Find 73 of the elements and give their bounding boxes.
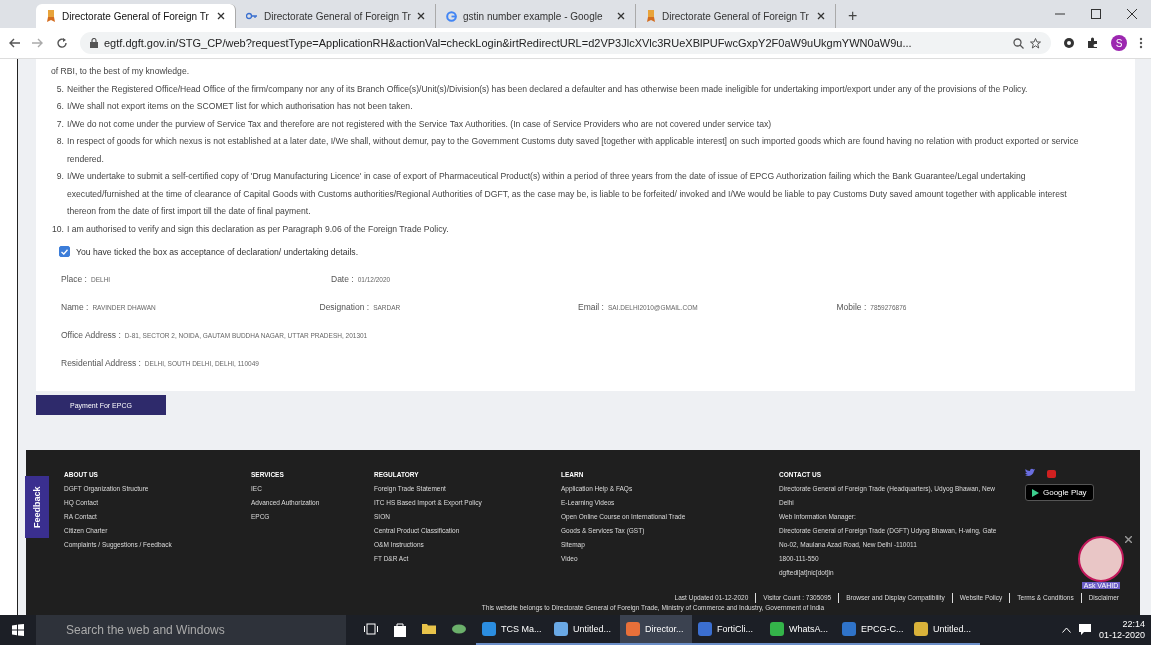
item-number: 7. [55, 117, 64, 131]
new-tab-button[interactable]: + [842, 4, 864, 28]
declaration-text: of RBI, to the best of my knowledge. [51, 65, 191, 78]
maximize-icon[interactable] [1091, 9, 1101, 19]
declaration-text: I/We shall not export items on the SCOMET list for which authorisation has not been taken. [67, 100, 413, 113]
browser-tab[interactable]: gstin number example - Google [436, 4, 636, 28]
browser-tab[interactable]: Directorate General of Foreign Tr [636, 4, 836, 28]
reload-icon[interactable] [56, 37, 68, 49]
chatbot-avatar[interactable] [1078, 536, 1124, 582]
close-icon[interactable] [1125, 536, 1132, 543]
close-icon[interactable] [417, 12, 425, 20]
bird-icon[interactable] [1025, 468, 1035, 477]
back-arrow-icon[interactable] [8, 38, 20, 48]
field-label: Mobile : [836, 302, 867, 312]
declaration-text: I am authorised to verify and sign this declaration as per Paragraph 9.06 of the Foreign Trade Policy. [67, 222, 449, 236]
close-icon[interactable] [1127, 9, 1137, 19]
award-icon [46, 10, 56, 22]
lock-icon [90, 38, 98, 48]
close-icon[interactable] [817, 12, 825, 20]
field-label: Email : [578, 302, 604, 312]
field-label: Date : [331, 274, 354, 284]
google-g-icon [446, 10, 457, 22]
key-icon [246, 12, 258, 20]
taskbar-app[interactable]: EPCG-C... [836, 615, 908, 645]
taskbar-app[interactable]: TCS Ma... [476, 615, 548, 645]
taskbar-app[interactable]: Untitled... [908, 615, 980, 645]
menu-icon[interactable] [1139, 37, 1143, 49]
taskbar-app[interactable]: FortiCli... [692, 615, 764, 645]
checkmark-icon [61, 248, 68, 255]
browser-tab[interactable]: Directorate General of Foreign Tr [36, 4, 236, 28]
taskbar-app[interactable]: WhatsA... [764, 615, 836, 645]
message-icon[interactable] [1078, 624, 1091, 636]
browser-tab[interactable]: Directorate General of Foreign Tr [236, 4, 436, 28]
field-label: Residential Address : [61, 358, 141, 368]
taskbar-app[interactable]: Director... [620, 615, 692, 645]
item-number: 10. [51, 222, 64, 236]
checkbox[interactable] [59, 246, 70, 257]
item-number: 8. [55, 135, 64, 148]
field-label: Office Address : [61, 330, 121, 340]
store-badge[interactable]: Google Play [1025, 484, 1094, 501]
field-label: Name : [61, 302, 89, 312]
leaf-app-icon[interactable] [452, 623, 466, 635]
item-number: 6. [55, 100, 64, 113]
star-icon[interactable] [1030, 37, 1041, 49]
declaration-text: I/We undertake to submit a self-certified copy of 'Drug Manufacturing Licence' in case of export of Pharmaceutical Product(s) within a period of three years from the date of issue of EPCG Authorization failing which the Bank Guarantee/Legal undertaking executed/furnished at the time of clearance of Capital Goods with Customs authorities/Regional Authorities of DGFT, as the case may be, is liable to be forfeited/ invoked and I/We would be liable to pay Customs Duty saved amount together with applicable interest thereon from the date of first import till the date of final payment. [67, 170, 1068, 218]
store-bag-icon[interactable] [394, 623, 406, 637]
task-view-icon[interactable] [364, 623, 378, 635]
declaration-text: I/We do not come under the purview of Service Tax and therefore are not registered with the Service Tax Authorities. (In case of Service Providers who are not covered under service tax) [67, 117, 772, 131]
feedback-tab[interactable]: Feedback [25, 476, 49, 538]
item-number: 5. [55, 82, 64, 96]
windows-logo-icon[interactable] [12, 624, 24, 636]
caret-up-icon[interactable] [1061, 627, 1071, 633]
play-triangle-icon [1032, 488, 1039, 497]
puzzle-icon[interactable] [1087, 37, 1099, 49]
url-text: egtf.dgft.gov.in/STG_CP/web?requestType=ApplicationRH&actionVal=checkLogin&irtRedirectURL=d2VP3JlcXVlc3RUeXBlPUFwcGxpY2F0aW9uUkgmYWN0aW9u... [104, 37, 913, 49]
declaration-text: In respect of goods for which nexus is not established at a later date, I/We shall, without demur, pay to the Government Customs duty saved [together with applicable interest] on such imported goods which are found having no relation with product exported or service rendered. [67, 135, 1080, 166]
item-number: 9. [55, 170, 64, 183]
video-play-icon[interactable] [1047, 468, 1056, 478]
clock-time[interactable]: 22:14 [1122, 619, 1145, 630]
field-label: Designation : [319, 302, 370, 312]
declaration-text: Neither the Registered Office/Head Office of the firm/company nor any of its Branch Office(s)/Unit(s)/Division(s) has been declared a defaulter and has otherwise been made ineligible for undertaking import/export under any of the provisions of the Policy. [67, 82, 1028, 96]
clock-date[interactable]: 01-12-2020 [1098, 630, 1145, 641]
address-bar[interactable]: egtf.dgft.gov.in/STG_CP/web?requestType=ApplicationRH&actionVal=checkLogin&irtRedirectURL=d2VP3JlcXVlc3RUeXBlPUFwcGxpY2F0aW9uUkgmYWN0aW9u... [80, 32, 1051, 54]
zoom-icon[interactable] [1013, 37, 1024, 49]
close-icon[interactable] [617, 12, 625, 20]
circle-extension-icon[interactable] [1063, 37, 1075, 49]
award-icon [646, 10, 656, 22]
close-icon[interactable] [217, 12, 225, 20]
search-field[interactable]: Search the web and Windows [36, 615, 346, 645]
profile-avatar[interactable]: S [1111, 35, 1127, 51]
checkbox-label: You have ticked the box as acceptance of declaration/ undertaking details. [76, 246, 359, 257]
field-label: Place : [61, 274, 87, 284]
folder-icon[interactable] [422, 623, 436, 634]
